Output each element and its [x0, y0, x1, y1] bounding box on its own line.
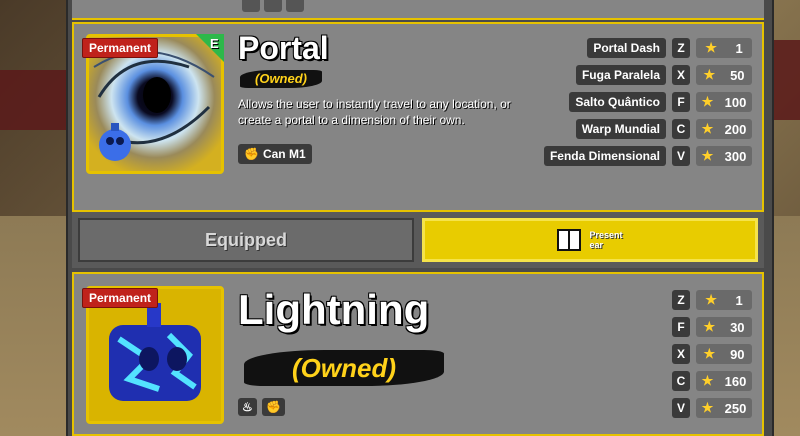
- skill-cost: ★ 250: [696, 398, 752, 418]
- skill-cost: ★ 1: [696, 290, 752, 310]
- gift-icon: [557, 229, 582, 251]
- fist-icon: ✊: [266, 400, 281, 414]
- skill-cost: ★ 30: [696, 317, 752, 337]
- skill-row[interactable]: V ★ 250: [666, 398, 752, 418]
- skill-cost: ★ 1: [696, 38, 752, 58]
- tier-label: E: [210, 36, 219, 51]
- skill-key: V: [672, 398, 690, 418]
- can-m1-chip: ✊ Can M1: [238, 144, 312, 164]
- skill-name: Fuga Paralela: [575, 65, 666, 85]
- star-icon: ★: [705, 40, 717, 55]
- skill-row[interactable]: Warp Mundial C ★ 200: [575, 119, 752, 139]
- present-label: Present ear: [589, 230, 623, 250]
- star-icon: ★: [703, 319, 716, 334]
- skill-name: Warp Mundial: [575, 119, 666, 139]
- star-icon: ★: [701, 148, 714, 163]
- fruit-title: Portal: [238, 30, 329, 66]
- fire-chip: ♨: [238, 398, 257, 416]
- skill-key: C: [672, 119, 690, 139]
- skill-row[interactable]: Fenda Dimensional V ★ 300: [543, 146, 752, 166]
- skill-row[interactable]: F ★ 30: [666, 317, 752, 337]
- owned-label: (Owned): [240, 70, 322, 88]
- skill-key: Z: [672, 38, 690, 58]
- fruit-card-lightning[interactable]: Permanent Lightning (Owned) ♨ ✊ Z ★ 1 F ★…: [72, 272, 764, 436]
- card-actions: Equipped Present ear: [72, 212, 764, 268]
- fruit-inventory-panel[interactable]: Permanent E Portal (Owned) Allows the us…: [66, 0, 774, 436]
- skill-key: V: [672, 146, 690, 166]
- skill-cost: ★ 90: [696, 344, 752, 364]
- skill-cost-value: 200: [724, 121, 747, 137]
- skill-row[interactable]: Salto Quântico F ★ 100: [569, 92, 752, 112]
- m1-chip: ✊: [262, 398, 285, 416]
- skill-cost: ★ 300: [696, 146, 752, 166]
- skill-key: Z: [672, 290, 690, 310]
- star-icon: ★: [703, 346, 716, 361]
- skill-cost-value: 300: [724, 148, 747, 164]
- skill-cost-value: 50: [730, 67, 745, 83]
- present-button[interactable]: Present ear: [422, 218, 758, 262]
- skill-cost: ★ 200: [696, 119, 752, 139]
- skill-row[interactable]: X ★ 90: [666, 344, 752, 364]
- skill-cost-value: 1: [735, 292, 743, 308]
- skill-key: X: [672, 65, 690, 85]
- previous-card-edge: [72, 0, 764, 20]
- skill-cost-value: 100: [724, 94, 747, 110]
- fire-icon: ♨: [242, 400, 253, 414]
- star-icon: ★: [705, 292, 717, 307]
- skill-cost: ★ 160: [696, 371, 752, 391]
- fist-icon: ✊: [244, 147, 259, 161]
- skill-key: F: [672, 317, 690, 337]
- skill-cost-value: 250: [724, 400, 747, 416]
- fruit-description: Allows the user to instantly travel to a…: [238, 97, 511, 127]
- skill-row[interactable]: C ★ 160: [666, 371, 752, 391]
- red-rail-left: [0, 70, 70, 130]
- skill-row[interactable]: Portal Dash Z ★ 1: [587, 38, 752, 58]
- lightning-fruit-icon: [89, 289, 221, 421]
- mini-slot: [264, 0, 282, 12]
- skill-key: C: [672, 371, 690, 391]
- skill-key: F: [672, 92, 690, 112]
- star-icon: ★: [701, 121, 714, 136]
- permanent-badge: Permanent: [82, 288, 159, 308]
- skill-cost: ★ 50: [696, 65, 752, 85]
- skill-row[interactable]: Z ★ 1: [666, 290, 752, 310]
- fruit-card-portal[interactable]: Permanent E Portal (Owned) Allows the us…: [72, 22, 764, 212]
- star-icon: ★: [701, 373, 714, 388]
- permanent-badge: Permanent: [82, 38, 159, 58]
- star-icon: ★: [701, 94, 714, 109]
- skill-key: X: [672, 344, 690, 364]
- can-m1-label: Can M1: [262, 147, 306, 161]
- owned-label: (Owned): [244, 350, 444, 386]
- skill-row[interactable]: Fuga Paralela X ★ 50: [575, 65, 752, 85]
- skill-cost-value: 30: [730, 319, 745, 335]
- skill-cost: ★ 100: [696, 92, 752, 112]
- star-icon: ★: [701, 400, 714, 415]
- skill-cost-value: 1: [735, 40, 743, 56]
- skill-cost-value: 90: [730, 346, 745, 362]
- skill-cost-value: 160: [724, 373, 747, 389]
- mini-slot: [242, 0, 260, 12]
- equipped-button[interactable]: Equipped: [78, 218, 414, 262]
- skill-name: Salto Quântico: [569, 92, 666, 112]
- star-icon: ★: [703, 67, 716, 82]
- skill-name: Fenda Dimensional: [543, 146, 666, 166]
- skill-name: Portal Dash: [587, 38, 666, 58]
- fruit-title: Lightning: [238, 286, 430, 333]
- mini-slot: [286, 0, 304, 12]
